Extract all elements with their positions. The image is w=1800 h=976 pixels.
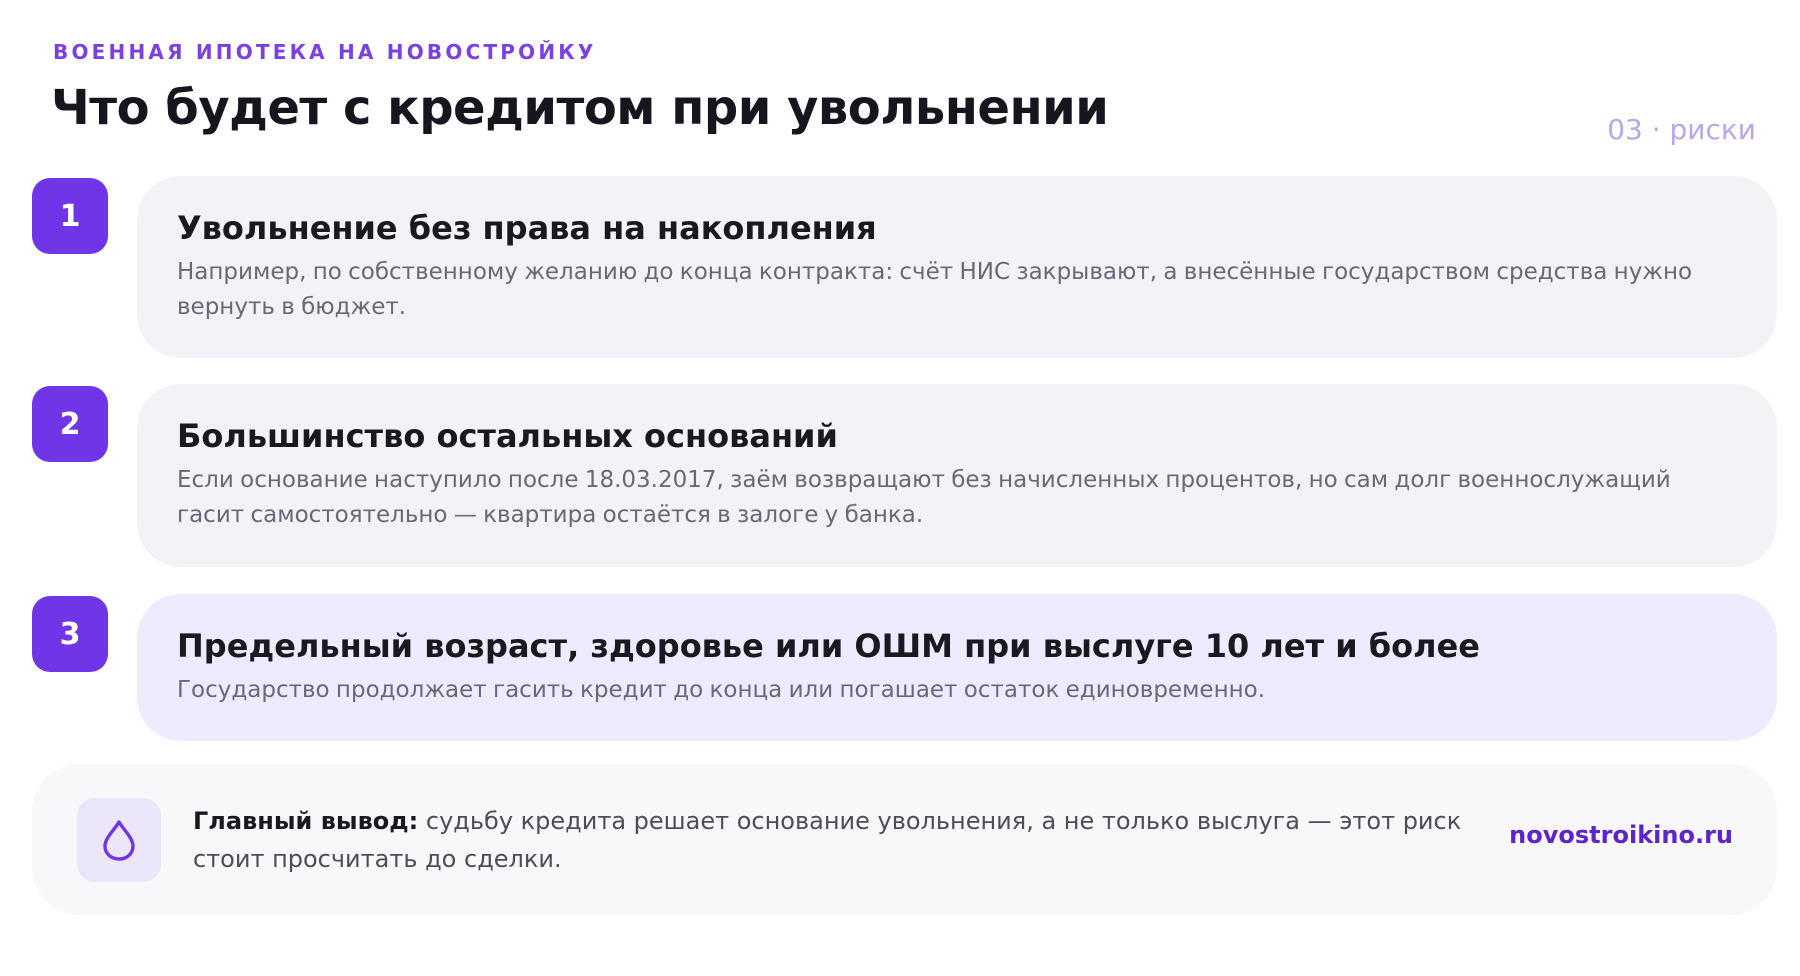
page: ВОЕННАЯ ИПОТЕКА НА НОВОСТРОЙКУ Что будет…: [0, 0, 1800, 976]
section-tag: 03 · риски: [1607, 113, 1756, 146]
step-card-3: Предельный возраст, здоровье или ОШМ при…: [137, 594, 1777, 741]
step-number-3: 3: [32, 596, 108, 672]
step-number-2: 2: [32, 386, 108, 462]
eyebrow-label: ВОЕННАЯ ИПОТЕКА НА НОВОСТРОЙКУ: [53, 40, 597, 64]
step-card-2: Большинство остальных оснований Если осн…: [137, 384, 1777, 567]
step-description: Государство продолжает гасить кредит до …: [177, 677, 1266, 703]
step-number-1: 1: [32, 178, 108, 254]
step-title: Предельный возраст, здоровье или ОШМ при…: [177, 627, 1480, 665]
step-card-1: Увольнение без права на накопления Напри…: [137, 176, 1777, 358]
summary-label: Главный вывод:: [193, 807, 419, 835]
page-title: Что будет с кредитом при увольнении: [51, 80, 1109, 136]
step-description: Например, по собственному желанию до кон…: [177, 259, 1693, 320]
drop-icon: [103, 820, 135, 861]
step-title: Большинство остальных оснований: [177, 417, 838, 455]
summary-icon-box: [77, 798, 161, 882]
site-link[interactable]: novostroikino.ru: [1509, 821, 1733, 849]
step-description: Если основание наступило после 18.03.201…: [177, 467, 1671, 528]
summary-panel: Главный вывод: судьбу кредита решает осн…: [32, 764, 1777, 915]
summary-text: Главный вывод: судьбу кредита решает осн…: [193, 802, 1493, 878]
step-title: Увольнение без права на накопления: [177, 209, 877, 247]
